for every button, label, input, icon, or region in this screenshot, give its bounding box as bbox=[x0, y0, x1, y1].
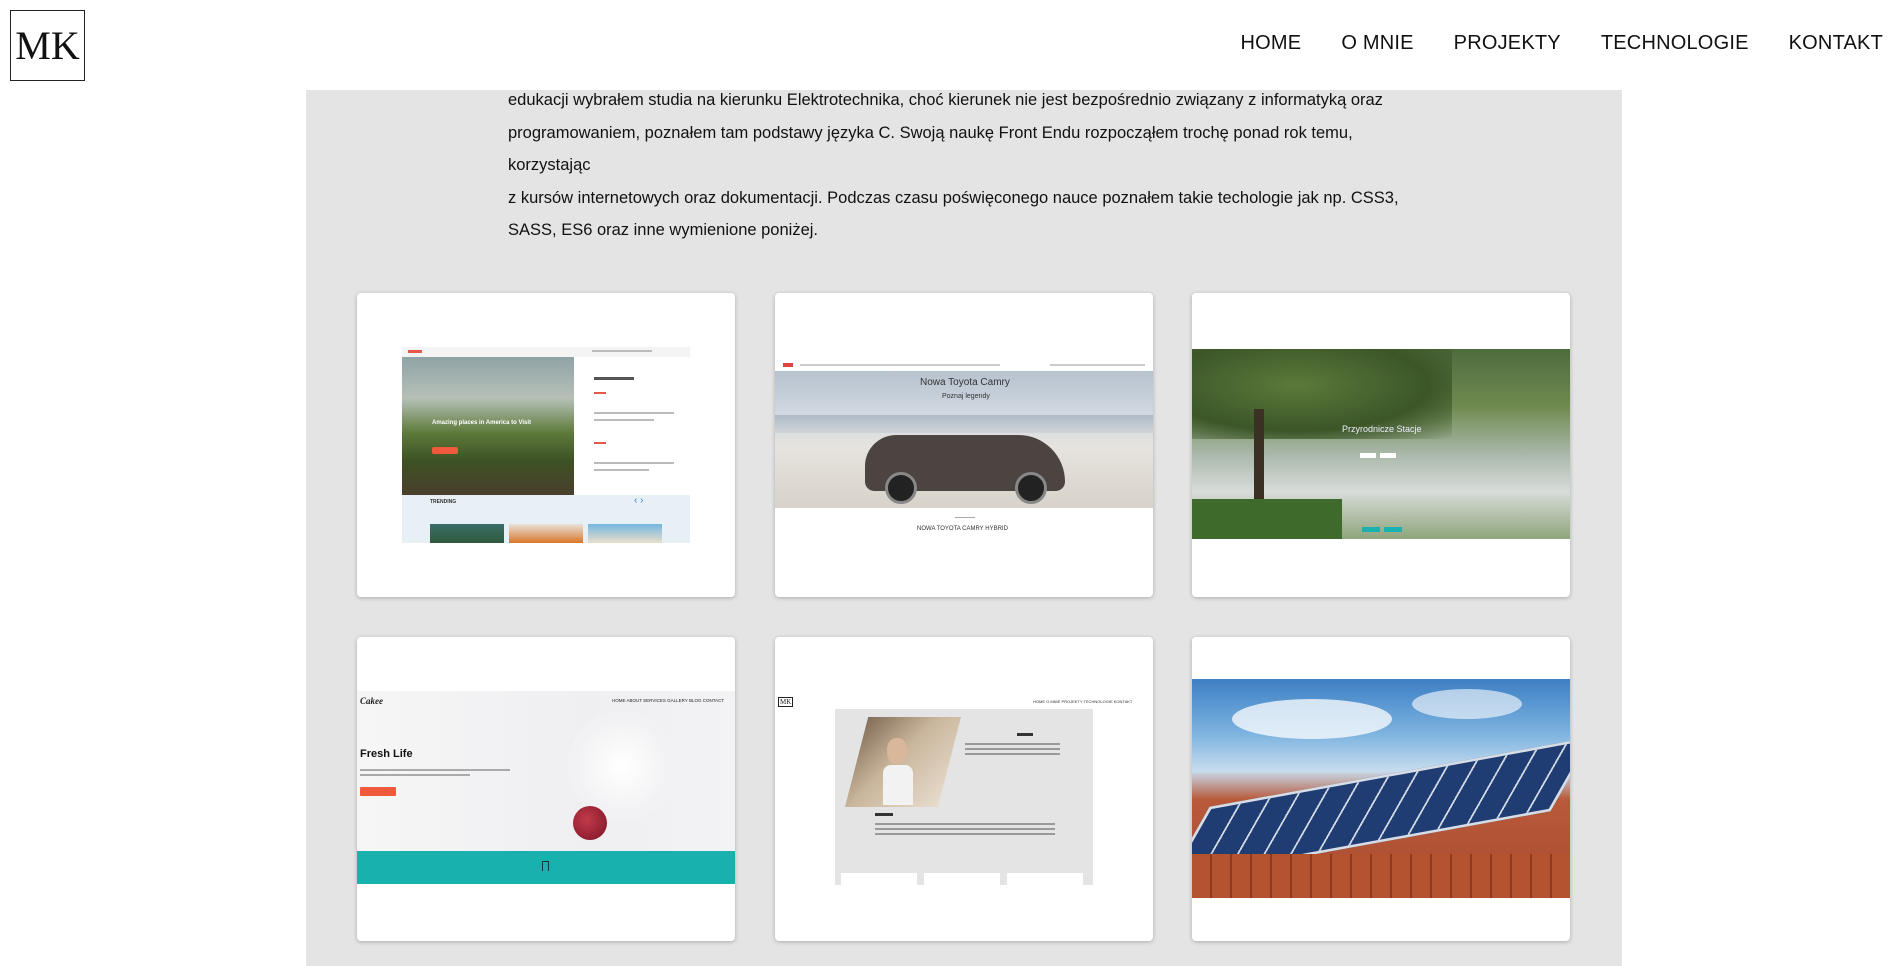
raspberry-image bbox=[573, 806, 607, 840]
about-line: SASS, ES6 oraz inne wymienione poniżej. bbox=[508, 221, 819, 239]
nav-about[interactable]: O MNIE bbox=[1341, 32, 1413, 55]
site-brand: MK bbox=[778, 697, 794, 707]
logo[interactable]: MK bbox=[10, 10, 85, 81]
project-card-toyota[interactable]: Nowa Toyota Camry Poznaj legendy NOWA TO… bbox=[775, 293, 1153, 597]
project-thumbnail bbox=[1192, 679, 1570, 898]
site-header: MK HOME O MNIE PROJEKTY TECHNOLOGIE KONT… bbox=[0, 0, 1903, 90]
card-title: Amazing places in America to Visit bbox=[432, 420, 532, 426]
project-card-travel[interactable]: Amazing places in America to Visit TREND… bbox=[357, 293, 735, 597]
site-brand: Cakee bbox=[360, 696, 383, 706]
site-nav: HOME ABOUT SERVICES GALLERY BLOG CONTACT bbox=[612, 698, 725, 703]
hero-title: Przyrodnicze Stacje bbox=[1342, 424, 1422, 434]
hero-title: Nowa Toyota Camry bbox=[920, 377, 1010, 388]
about-line: z kursów internetowych oraz dokumentacji… bbox=[508, 188, 1399, 207]
read-more-button bbox=[432, 447, 458, 454]
main-nav: HOME O MNIE PROJEKTY TECHNOLOGIE KONTAKT bbox=[1241, 32, 1883, 55]
project-card-cakee[interactable]: Cakee HOME ABOUT SERVICES GALLERY BLOG C… bbox=[357, 637, 735, 941]
nav-home[interactable]: HOME bbox=[1241, 32, 1302, 55]
project-thumbnail: Cakee HOME ABOUT SERVICES GALLERY BLOG C… bbox=[357, 691, 735, 884]
nav-projects[interactable]: PROJEKTY bbox=[1454, 32, 1561, 55]
project-card-portfolio[interactable]: MK HOME O MNIE PROJEKTY TECHNOLOGIE KONT… bbox=[775, 637, 1153, 941]
cloud-image bbox=[1232, 699, 1392, 739]
project-thumbnail: Amazing places in America to Visit TREND… bbox=[402, 347, 690, 543]
hero-headline: Fresh Life bbox=[360, 748, 413, 760]
section-heading: NOWA TOYOTA CAMRY HYBRID bbox=[917, 526, 1008, 532]
cta-button bbox=[360, 787, 396, 796]
project-thumbnail: Nowa Toyota Camry Poznaj legendy NOWA TO… bbox=[775, 360, 1153, 548]
splash-image bbox=[567, 711, 677, 821]
about-text: edukacji wybrałem studia na kierunku Ele… bbox=[508, 84, 1428, 247]
hero-subtitle: Poznaj legendy bbox=[942, 393, 990, 400]
about-line: programowaniem, poznałem tam podstawy ję… bbox=[508, 123, 1353, 175]
nav-contact[interactable]: KONTAKT bbox=[1789, 32, 1883, 55]
project-thumbnail: MK HOME O MNIE PROJEKTY TECHNOLOGIE KONT… bbox=[775, 693, 1153, 885]
project-thumbnail: Przyrodnicze Stacje bbox=[1192, 349, 1570, 539]
arrows-icon: ‹ › bbox=[634, 495, 644, 506]
project-card-nature[interactable]: Przyrodnicze Stacje bbox=[1192, 293, 1570, 597]
nav-technologies[interactable]: TECHNOLOGIE bbox=[1601, 32, 1749, 55]
project-card-solar[interactable] bbox=[1192, 637, 1570, 941]
site-nav: HOME O MNIE PROJEKTY TECHNOLOGIE KONTAKT bbox=[1033, 699, 1133, 704]
trending-label: TRENDING bbox=[430, 499, 457, 505]
hero-image bbox=[402, 357, 574, 495]
